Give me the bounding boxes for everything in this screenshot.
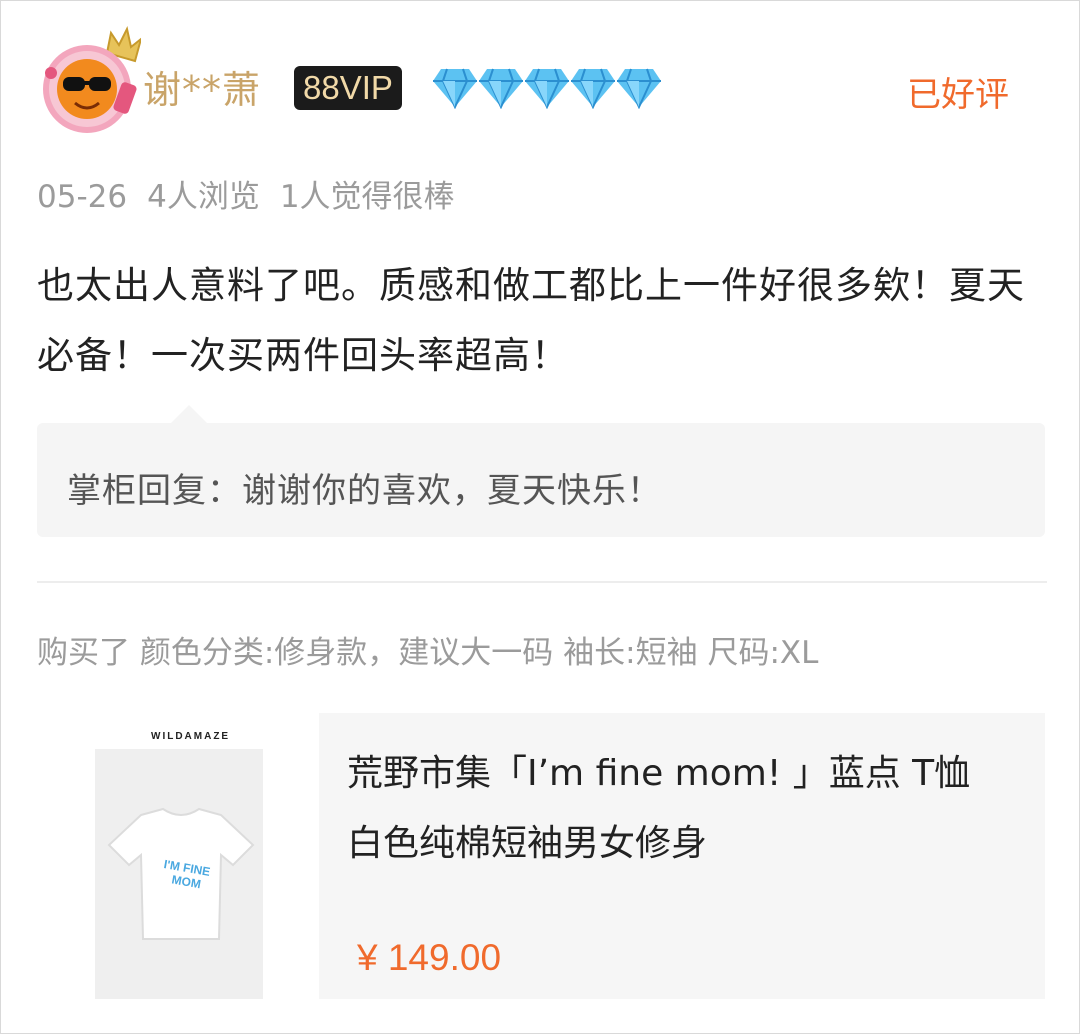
seller-reply: 掌柜回复：谢谢你的喜欢，夏天快乐！	[37, 423, 1045, 537]
diamond-icon	[571, 68, 615, 109]
vip-badge: 88VIP	[294, 66, 402, 110]
reputation-diamonds	[433, 67, 661, 111]
review-card: 谢**萧 88VIP 已好评 05-26 4人浏览 1人觉得很棒 也太出人意料了吧。…	[0, 0, 1080, 1034]
product-card[interactable]: WILDAMAZE I'M FINE MOM 荒野市集「I’m fine mom…	[37, 713, 1045, 999]
review-date: 05-26	[37, 179, 128, 215]
like-count[interactable]: 1人觉得很棒	[280, 179, 455, 215]
product-image[interactable]: WILDAMAZE I'M FINE MOM	[37, 713, 319, 999]
rating-status: 已好评	[907, 75, 1009, 115]
avatar-icon	[43, 26, 143, 133]
diamond-icon	[617, 68, 661, 109]
product-title[interactable]: 荒野市集「I’m fine mom! 」蓝点 T恤 白色纯棉短袖男女修身	[347, 739, 1007, 879]
product-image-brand: WILDAMAZE	[151, 731, 231, 742]
view-count: 4人浏览	[147, 179, 260, 215]
user-avatar[interactable]	[37, 23, 143, 135]
product-price: ¥ 149.00	[357, 937, 502, 978]
diamond-icon	[479, 68, 523, 109]
username[interactable]: 谢**萧	[143, 59, 261, 114]
reply-caret	[171, 405, 207, 423]
purchase-info: 购买了 颜色分类:修身款，建议大一码 袖长:短袖 尺码:XL	[37, 635, 819, 671]
diamond-icon	[525, 68, 569, 109]
tshirt-icon: I'M FINE MOM	[107, 807, 255, 940]
seller-reply-text: 掌柜回复：谢谢你的喜欢，夏天快乐！	[67, 471, 662, 511]
review-text: 也太出人意料了吧。质感和做工都比上一件好很多欸！夏天必备！一次买两件回头率超高！	[37, 264, 1025, 377]
diamond-icon	[433, 68, 477, 109]
divider	[37, 581, 1047, 583]
review-meta: 05-26 4人浏览 1人觉得很棒	[37, 171, 475, 216]
